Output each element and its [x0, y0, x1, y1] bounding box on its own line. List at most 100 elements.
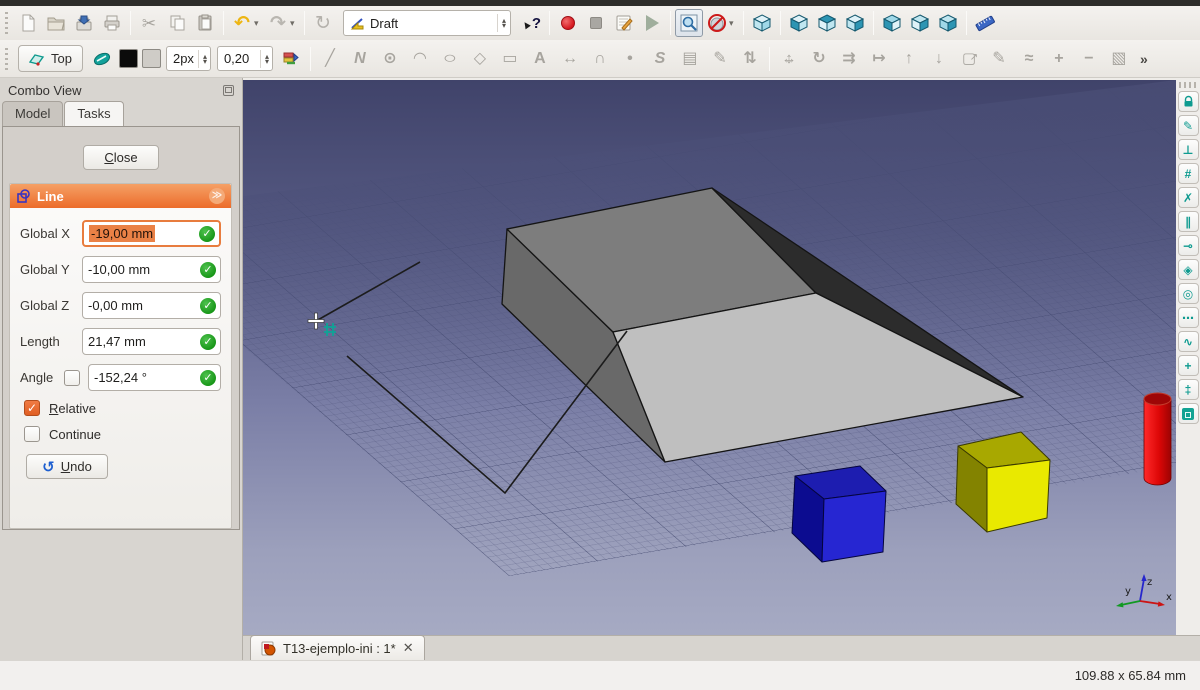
tab-model[interactable]: Model	[2, 101, 63, 126]
line-color-swatch[interactable]	[119, 49, 138, 68]
continue-checkbox[interactable]	[24, 426, 40, 442]
fit-all-button[interactable]	[675, 9, 703, 37]
draft-polygon-button[interactable]: ◇	[465, 44, 495, 74]
draw-style-button[interactable]	[703, 9, 731, 37]
global-z-input[interactable]: -0,00 mm ✓	[82, 292, 221, 319]
spin-arrows[interactable]: ▴▾	[260, 50, 269, 68]
draft-trim-button[interactable]: ↦	[864, 44, 894, 74]
draft-polyline-button[interactable]: N	[345, 44, 375, 74]
left-view-button[interactable]	[934, 9, 962, 37]
3d-viewport[interactable]: z x y	[243, 80, 1176, 635]
snap-endpoint-button[interactable]: ✎	[1178, 115, 1199, 136]
draft-upgrade-button[interactable]: ↑	[894, 44, 924, 74]
paste-button[interactable]	[191, 9, 219, 37]
toggle-grid-button[interactable]	[1178, 403, 1199, 424]
draft-shape2d-button[interactable]: ▧	[1104, 44, 1134, 74]
rear-view-button[interactable]	[878, 9, 906, 37]
draft-offset-button[interactable]: ⇉	[834, 44, 864, 74]
snap-near-button[interactable]: ∿	[1178, 331, 1199, 352]
draft-arc-button[interactable]: ◠	[405, 44, 435, 74]
tab-close-icon[interactable]: ✕	[403, 640, 414, 656]
draft-line-button[interactable]: ╱	[315, 44, 345, 74]
axonometric-view-button[interactable]	[748, 9, 776, 37]
line-task-header[interactable]: Line ≫	[10, 184, 231, 208]
yellow-cube[interactable]	[956, 432, 1050, 532]
style-button[interactable]	[87, 44, 117, 74]
red-cylinder[interactable]	[1144, 393, 1171, 485]
draft-wire-to-bspline-button[interactable]: ≈	[1014, 44, 1044, 74]
front-view-button[interactable]	[785, 9, 813, 37]
relative-checkbox[interactable]: ✓	[24, 400, 40, 416]
snap-intersection-button[interactable]: ✗	[1178, 187, 1199, 208]
redo-button[interactable]: ↷	[264, 9, 292, 37]
angle-lock-checkbox[interactable]	[64, 370, 80, 386]
top-view-button[interactable]	[813, 9, 841, 37]
draft-add-point-button[interactable]: +	[1044, 44, 1074, 74]
open-file-button[interactable]	[42, 9, 70, 37]
document-tab[interactable]: T13-ejemplo-ini : 1* ✕	[250, 635, 425, 660]
macro-edit-button[interactable]	[610, 9, 638, 37]
bottom-view-button[interactable]	[906, 9, 934, 37]
whats-this-button[interactable]: ▲?	[517, 9, 545, 37]
cut-button[interactable]: ✂	[135, 9, 163, 37]
copy-button[interactable]	[163, 9, 191, 37]
autogroup-button[interactable]	[276, 44, 306, 74]
right-view-button[interactable]	[841, 9, 869, 37]
macro-record-button[interactable]	[554, 9, 582, 37]
snap-extension-button[interactable]: ⊸	[1178, 235, 1199, 256]
draft-bspline-button[interactable]: ∩	[585, 44, 615, 74]
undo-segment-button[interactable]: ↺ Undo	[26, 454, 108, 479]
working-plane-button[interactable]: Top	[18, 45, 83, 72]
draft-ellipse-button[interactable]: ○	[435, 44, 465, 74]
draft-dimension-button[interactable]: ↔	[555, 44, 585, 74]
snap-arc-button[interactable]: ◎	[1178, 283, 1199, 304]
macro-stop-button[interactable]	[582, 9, 610, 37]
print-button[interactable]	[98, 9, 126, 37]
angle-input[interactable]: -152,24 ° ✓	[88, 364, 221, 391]
draft-circle-button[interactable]: ⊙	[375, 44, 405, 74]
blue-cube[interactable]	[792, 466, 886, 562]
face-color-swatch[interactable]	[142, 49, 161, 68]
save-button[interactable]	[70, 9, 98, 37]
draft-bezier-button[interactable]: S	[645, 44, 675, 74]
toolbar-overflow-button[interactable]: »	[1140, 51, 1148, 67]
draft-downgrade-button[interactable]: ↓	[924, 44, 954, 74]
snap-lock-button[interactable]	[1178, 91, 1199, 112]
float-panel-icon[interactable]	[223, 85, 234, 96]
length-input[interactable]: 21,47 mm ✓	[82, 328, 221, 355]
snap-special-button[interactable]: +	[1178, 355, 1199, 376]
collapse-icon[interactable]: ≫	[209, 188, 225, 204]
global-y-input[interactable]: -10,00 mm ✓	[82, 256, 221, 283]
snap-ortho-button[interactable]: ⋯	[1178, 307, 1199, 328]
draft-move-button[interactable]: ↔↕	[774, 44, 804, 74]
draft-rectangle-button[interactable]: ▭	[495, 44, 525, 74]
snap-center-button[interactable]: ◈	[1178, 259, 1199, 280]
macro-run-button[interactable]	[638, 9, 666, 37]
measure-distance-button[interactable]	[971, 9, 999, 37]
toolbar-drag-handle[interactable]	[3, 48, 11, 70]
continue-row[interactable]: Continue	[24, 426, 221, 442]
snap-dimensions-button[interactable]: ‡	[1178, 379, 1199, 400]
draft-scale-button[interactable]: ▢↗	[954, 44, 984, 74]
draft-facebinder-button[interactable]: ▤	[675, 44, 705, 74]
text-scale-spinbox[interactable]: 0,20 ▴▾	[217, 46, 273, 71]
draft-point-button[interactable]: •	[615, 44, 645, 74]
draft-edit-button[interactable]: ✎	[984, 44, 1014, 74]
new-file-button[interactable]	[14, 9, 42, 37]
snap-midpoint-button[interactable]: ⊥	[1178, 139, 1199, 160]
draft-label-button[interactable]: ✎	[705, 44, 735, 74]
refresh-button[interactable]: ↻	[309, 9, 337, 37]
toolbar-drag-handle[interactable]	[3, 12, 11, 34]
draft-rotate-button[interactable]: ↻	[804, 44, 834, 74]
global-x-input[interactable]: -19,00 mm ✓	[82, 220, 221, 247]
tab-tasks[interactable]: Tasks	[64, 101, 123, 126]
undo-button[interactable]: ↶	[228, 9, 256, 37]
line-width-spinbox[interactable]: 2px ▴▾	[166, 46, 211, 71]
draft-mirror-button[interactable]: ⇅	[735, 44, 765, 74]
close-button[interactable]: Close	[83, 145, 159, 170]
relative-row[interactable]: ✓ Relative	[24, 400, 221, 416]
spin-arrows[interactable]: ▴▾	[198, 50, 207, 68]
workbench-spin-arrows[interactable]: ▴▾	[497, 14, 506, 32]
workbench-selector[interactable]: Draft ▴▾	[343, 10, 511, 36]
draft-text-button[interactable]: A	[525, 44, 555, 74]
